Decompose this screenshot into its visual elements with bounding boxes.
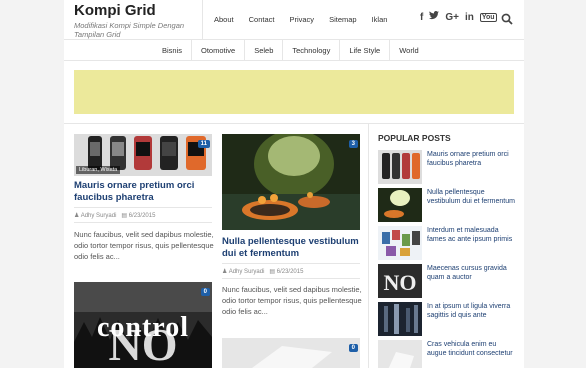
google-plus-icon[interactable]: G+ [445, 12, 459, 23]
paper-image [222, 338, 360, 368]
category-world[interactable]: World [389, 40, 427, 61]
popular-post-title[interactable]: Maecenas cursus gravida quam a auctor [427, 264, 517, 282]
category-technology[interactable]: Technology [282, 40, 339, 61]
post-author[interactable]: ♟ Adhy Suryadi [74, 212, 116, 219]
meta-divider [222, 278, 360, 279]
comment-count-badge[interactable]: 0 [200, 288, 210, 296]
author-name: Adhy Suryadi [228, 269, 265, 275]
comment-count: 0 [351, 345, 355, 351]
category-otomotive[interactable]: Otomotive [191, 40, 244, 61]
post-snippet: Nunc faucibus, velit sed dapibus molesti… [222, 285, 362, 316]
popular-post-title[interactable]: Mauris ornare pretium orci faucibus phar… [427, 150, 517, 168]
nav-privacy[interactable]: Privacy [289, 15, 314, 24]
search-icon[interactable] [501, 13, 513, 25]
meta-divider [222, 263, 360, 264]
date-value: 6/23/2015 [128, 213, 156, 219]
nav-sitemap[interactable]: Sitemap [329, 15, 357, 24]
youtube-icon[interactable]: You [479, 12, 497, 22]
image-overlay-text: control [96, 312, 190, 343]
comment-count: 3 [351, 141, 355, 147]
popular-posts-heading: POPULAR POSTS [378, 133, 451, 143]
site-header: Kompi Grid Modifikasi Kompi Simple Denga… [64, 0, 524, 40]
date-value: 6/23/2015 [276, 269, 304, 275]
comment-count: 0 [203, 289, 207, 295]
post-thumbnail[interactable]: 3 [222, 134, 360, 230]
sidebar-divider [368, 124, 369, 368]
site-title[interactable]: Kompi Grid [74, 2, 202, 20]
nav-contact[interactable]: Contact [249, 15, 275, 24]
popular-post-title[interactable]: In at ipsum ut ligula viverra sagittis i… [427, 302, 517, 320]
svg-text:NO: NO [384, 270, 417, 295]
post-snippet: Nunc faucibus, velit sed dapibus molesti… [74, 230, 214, 261]
popular-post-item[interactable]: Mauris ornare pretium orci faucibus phar… [378, 150, 518, 186]
comment-count-badge[interactable]: 0 [348, 344, 358, 352]
category-nav: Bisnis Otomotive Seleb Technology Life S… [64, 40, 524, 61]
meta-divider [74, 222, 212, 223]
brand: Kompi Grid Modifikasi Kompi Simple Denga… [74, 2, 202, 39]
popular-post-title[interactable]: Interdum et malesuada fames ac ante ipsu… [427, 226, 517, 244]
nav-iklan[interactable]: Iklan [372, 15, 388, 24]
comment-count-badge[interactable]: 3 [348, 140, 358, 148]
meta-divider [74, 207, 212, 208]
social-links: f G+ in You [420, 11, 497, 23]
popular-post-title[interactable]: Nulla pellentesque vestibulum dui et fer… [427, 188, 517, 206]
facebook-icon[interactable]: f [420, 12, 423, 23]
comment-count: 11 [200, 141, 207, 147]
popular-post-item[interactable]: NO Maecenas cursus gravida quam a auctor [378, 264, 518, 300]
cave-rafting-image [222, 134, 360, 230]
comment-count-badge[interactable]: 11 [197, 140, 210, 148]
post-thumbnail[interactable]: NO control 0 [74, 282, 212, 368]
top-nav: About Contact Privacy Sitemap Iklan [214, 15, 387, 24]
popular-post-item[interactable]: Interdum et malesuada fames ac ante ipsu… [378, 226, 518, 262]
author-name: Adhy Suryadi [80, 213, 117, 219]
popular-post-thumbnail: NO [378, 264, 422, 298]
popular-post-item[interactable]: Cras vehicula enim eu augue tincidunt co… [378, 340, 518, 368]
linkedin-icon[interactable]: in [465, 12, 474, 23]
post-meta: ♟ Adhy Suryadi ▤ 6/23/2015 [74, 212, 155, 219]
post-title[interactable]: Nulla pellentesque vestibulum dui et fer… [222, 236, 362, 260]
popular-post-thumbnail [378, 340, 422, 368]
popular-post-thumbnail [378, 226, 422, 260]
category-seleb[interactable]: Seleb [244, 40, 282, 61]
popular-post-thumbnail [378, 150, 422, 184]
site-description: Modifikasi Kompi Simple Dengan Tampilan … [74, 21, 185, 39]
category-life-style[interactable]: Life Style [339, 40, 389, 61]
post-author[interactable]: ♟ Adhy Suryadi [222, 268, 264, 275]
post-date: ▤ 6/23/2015 [121, 213, 156, 219]
popular-post-item[interactable]: Nulla pellentesque vestibulum dui et fer… [378, 188, 518, 224]
twitter-icon[interactable] [429, 11, 440, 23]
popular-post-thumbnail [378, 188, 422, 222]
popular-post-title[interactable]: Cras vehicula enim eu augue tincidunt co… [427, 340, 517, 358]
ad-banner[interactable] [74, 70, 514, 114]
nav-about[interactable]: About [214, 15, 234, 24]
popular-post-thumbnail [378, 302, 422, 336]
category-bisnis[interactable]: Bisnis [153, 40, 191, 61]
post-date: ▤ 6/23/2015 [269, 269, 304, 275]
post-thumbnail[interactable]: 11 Liburan, Wisata [74, 134, 212, 176]
header-divider [202, 0, 203, 40]
content-divider [64, 123, 524, 124]
post-thumbnail[interactable]: 0 [222, 338, 360, 368]
page: Kompi Grid Modifikasi Kompi Simple Denga… [64, 0, 524, 368]
post-title[interactable]: Mauris ornare pretium orci faucibus phar… [74, 180, 214, 204]
post-label-badge[interactable]: Liburan, Wisata [76, 166, 121, 174]
popular-post-item[interactable]: In at ipsum ut ligula viverra sagittis i… [378, 302, 518, 338]
post-meta: ♟ Adhy Suryadi ▤ 6/23/2015 [222, 268, 303, 275]
